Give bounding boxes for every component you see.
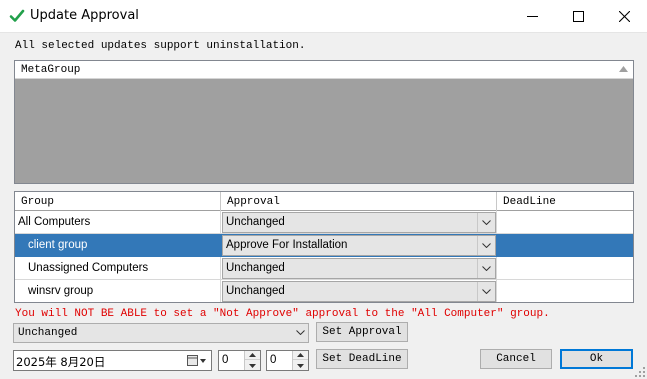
chevron-down-icon [296, 330, 305, 335]
group-cell: Unassigned Computers [15, 257, 221, 280]
approval-select[interactable]: Unchanged [13, 323, 309, 343]
spin-down-icon[interactable] [293, 361, 308, 370]
group-name: client group [28, 239, 88, 251]
set-approval-button[interactable]: Set Approval [316, 322, 408, 342]
table-row[interactable]: client group Approve For Installation [15, 234, 633, 257]
table-row[interactable]: winsrv group Unchanged [15, 280, 633, 302]
approval-value: Approve For Installation [226, 239, 348, 251]
group-name: winsrv group [28, 285, 94, 297]
sort-ascending-icon [619, 66, 628, 72]
warning-text: You will NOT BE ABLE to set a "Not Appro… [15, 308, 550, 320]
minute-spinner[interactable]: 0 [266, 350, 309, 371]
approval-value: Unchanged [226, 262, 285, 274]
deadline-cell[interactable] [497, 211, 633, 234]
deadline-cell[interactable] [497, 257, 633, 280]
grid-header: Group Approval DeadLine [15, 192, 633, 211]
spin-up-icon[interactable] [245, 351, 260, 360]
green-checkmark-icon [9, 9, 25, 22]
table-row[interactable]: All Computers Unchanged [15, 211, 633, 234]
approval-dropdown[interactable]: Unchanged [222, 281, 496, 302]
approval-cell: Unchanged [221, 280, 497, 302]
column-header-approval[interactable]: Approval [221, 192, 497, 211]
deadline-cell[interactable] [497, 280, 633, 302]
approval-select-value: Unchanged [18, 327, 78, 339]
approval-grid[interactable]: Group Approval DeadLine All Computers Un… [14, 191, 634, 303]
approval-cell: Unchanged [221, 257, 497, 280]
maximize-button[interactable] [555, 0, 601, 32]
table-row[interactable]: Unassigned Computers Unchanged [15, 257, 633, 280]
approval-dropdown[interactable]: Unchanged [222, 212, 496, 233]
date-value: 2025年 8月20日 [16, 355, 106, 369]
column-header-group[interactable]: Group [15, 192, 221, 211]
metagroup-header-label: MetaGroup [21, 64, 81, 76]
metagroup-column-header[interactable]: MetaGroup [15, 61, 633, 79]
group-cell: All Computers [15, 211, 221, 234]
close-button[interactable] [601, 0, 647, 32]
close-icon [618, 10, 630, 22]
calendar-dropdown-icon[interactable] [187, 354, 207, 367]
metagroup-list[interactable]: MetaGroup [14, 60, 634, 184]
deadline-cell[interactable] [497, 234, 633, 257]
hour-spinner[interactable]: 0 [218, 350, 261, 371]
hour-value: 0 [222, 354, 229, 366]
maximize-icon [572, 10, 584, 22]
minimize-icon [526, 15, 538, 17]
resize-grip-icon[interactable] [635, 367, 645, 377]
title-bar: Update Approval [0, 0, 647, 33]
ok-button[interactable]: Ok [560, 349, 633, 369]
set-deadline-button[interactable]: Set DeadLine [316, 349, 408, 369]
window-title: Update Approval [30, 8, 139, 23]
minimize-button[interactable] [509, 0, 555, 32]
info-text: All selected updates support uninstallat… [15, 40, 306, 52]
approval-cell: Unchanged [221, 211, 497, 234]
approval-value: Unchanged [226, 285, 285, 297]
minute-value: 0 [270, 354, 277, 366]
cancel-button[interactable]: Cancel [480, 349, 552, 369]
chevron-down-icon [477, 282, 495, 301]
chevron-down-icon [477, 213, 495, 232]
spin-down-icon[interactable] [245, 361, 260, 370]
group-cell: winsrv group [15, 280, 221, 302]
deadline-date-picker[interactable]: 2025年 8月20日 [13, 350, 212, 371]
spinner-arrows [244, 351, 260, 370]
approval-value: Unchanged [226, 216, 285, 228]
approval-cell: Approve For Installation [221, 234, 497, 257]
column-header-deadline[interactable]: DeadLine [497, 192, 633, 211]
spin-up-icon[interactable] [293, 351, 308, 360]
spinner-arrows [292, 351, 308, 370]
approval-dropdown[interactable]: Approve For Installation [222, 235, 496, 256]
group-name: All Computers [18, 216, 91, 228]
chevron-down-icon [477, 259, 495, 278]
approval-dropdown[interactable]: Unchanged [222, 258, 496, 279]
chevron-down-icon [477, 236, 495, 255]
group-name: Unassigned Computers [28, 262, 149, 274]
group-cell: client group [15, 234, 221, 257]
